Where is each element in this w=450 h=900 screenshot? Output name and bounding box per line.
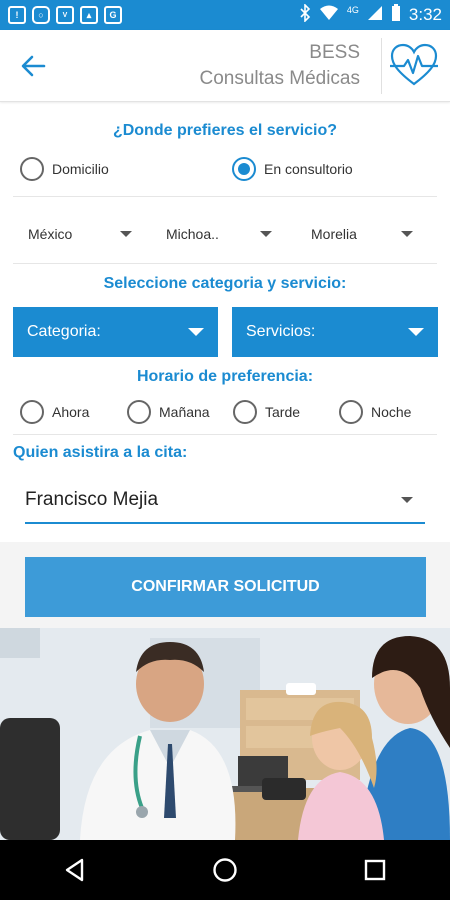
divider bbox=[13, 263, 437, 264]
city-value: Morelia bbox=[311, 226, 357, 242]
nav-back-button[interactable] bbox=[45, 840, 105, 900]
radio-label: Mañana bbox=[159, 404, 210, 420]
battery-icon bbox=[391, 3, 401, 27]
doctor-consultation-image bbox=[0, 628, 450, 840]
app-bar: BESS Consultas Médicas bbox=[0, 30, 450, 102]
status-right-icons: 4G 3:32 bbox=[299, 2, 442, 27]
nav-home-button[interactable] bbox=[195, 840, 255, 900]
service-location-question: ¿Donde prefieres el servicio? bbox=[112, 122, 338, 139]
wifi-icon bbox=[319, 5, 339, 26]
state-value: Michoa.. bbox=[166, 226, 219, 242]
confirm-request-button[interactable]: CONFIRMAR SOLICITUD bbox=[25, 557, 426, 617]
app-title-line1: BESS bbox=[309, 42, 360, 63]
heart-pulse-icon bbox=[388, 40, 440, 92]
divider bbox=[13, 196, 437, 197]
schedule-title: Horario de preferencia: bbox=[136, 368, 314, 385]
radio-domicilio[interactable]: Domicilio bbox=[20, 157, 109, 181]
dropdown-arrow-icon bbox=[120, 231, 132, 237]
radio-button[interactable] bbox=[20, 157, 44, 181]
schedule-options: Ahora Mañana Tarde Noche bbox=[20, 400, 440, 426]
radio-button[interactable] bbox=[339, 400, 363, 424]
city-dropdown[interactable]: Morelia bbox=[311, 222, 413, 246]
radio-label: En consultorio bbox=[264, 161, 353, 177]
attendee-value: Francisco Mejia bbox=[25, 489, 159, 510]
dropdown-arrow-icon bbox=[260, 231, 272, 237]
radio-button[interactable] bbox=[20, 400, 44, 424]
bluetooth-icon bbox=[299, 2, 311, 27]
image-icon: ▴ bbox=[80, 6, 98, 24]
services-dropdown-label: Servicios: bbox=[246, 323, 316, 340]
dropdown-arrow-icon bbox=[401, 497, 413, 503]
radio-tarde[interactable]: Tarde bbox=[233, 400, 300, 424]
dropdown-arrow-icon bbox=[188, 328, 204, 336]
network-type: 4G bbox=[346, 5, 359, 15]
category-section-title: Seleccione categoria y servicio: bbox=[103, 275, 347, 292]
triangle-back-icon bbox=[65, 858, 84, 882]
back-button[interactable] bbox=[14, 48, 54, 84]
voice-app-icon: V bbox=[56, 6, 74, 24]
instagram-icon: ○ bbox=[32, 6, 50, 24]
category-dropdown[interactable]: Categoria: bbox=[13, 307, 218, 357]
notification-icon: ! bbox=[8, 6, 26, 24]
nav-recents-button[interactable] bbox=[345, 840, 405, 900]
country-value: México bbox=[28, 226, 73, 242]
arrow-left-icon bbox=[21, 55, 46, 77]
services-dropdown[interactable]: Servicios: bbox=[232, 307, 438, 357]
dropdown-arrow-icon bbox=[408, 328, 424, 336]
attendee-label: Quien asistira a la cita: bbox=[13, 444, 188, 461]
radio-label: Tarde bbox=[265, 404, 301, 420]
state-dropdown[interactable]: Michoa.. bbox=[166, 222, 272, 246]
radio-label: Domicilio bbox=[52, 161, 109, 177]
radio-label: Noche bbox=[371, 404, 412, 420]
header-divider bbox=[381, 38, 382, 94]
radio-noche[interactable]: Noche bbox=[339, 400, 411, 424]
radio-button[interactable] bbox=[233, 400, 257, 424]
radio-manana[interactable]: Mañana bbox=[127, 400, 210, 424]
radio-label: Ahora bbox=[52, 404, 90, 420]
app-title-line2: Consultas Médicas bbox=[199, 68, 360, 89]
status-left-icons: ! ○ V ▴ G bbox=[8, 6, 122, 24]
circle-home-icon bbox=[213, 858, 237, 882]
dropdown-arrow-icon bbox=[401, 231, 413, 237]
translate-icon: G bbox=[104, 6, 122, 24]
category-dropdown-label: Categoria: bbox=[27, 323, 101, 340]
status-time: 3:32 bbox=[408, 5, 442, 24]
radio-ahora[interactable]: Ahora bbox=[20, 400, 89, 424]
status-bar: ! ○ V ▴ G 4G 3:32 bbox=[0, 0, 450, 30]
navigation-bar bbox=[0, 840, 450, 900]
country-dropdown[interactable]: México bbox=[28, 222, 132, 246]
square-recents-icon bbox=[364, 859, 386, 881]
signal-icon bbox=[367, 5, 383, 26]
radio-button-selected[interactable] bbox=[232, 157, 256, 181]
radio-en-consultorio[interactable]: En consultorio bbox=[232, 157, 353, 181]
divider bbox=[13, 434, 437, 435]
app-title: BESS Consultas Médicas bbox=[199, 40, 360, 92]
attendee-dropdown[interactable]: Francisco Mejia bbox=[25, 478, 425, 524]
radio-button[interactable] bbox=[127, 400, 151, 424]
